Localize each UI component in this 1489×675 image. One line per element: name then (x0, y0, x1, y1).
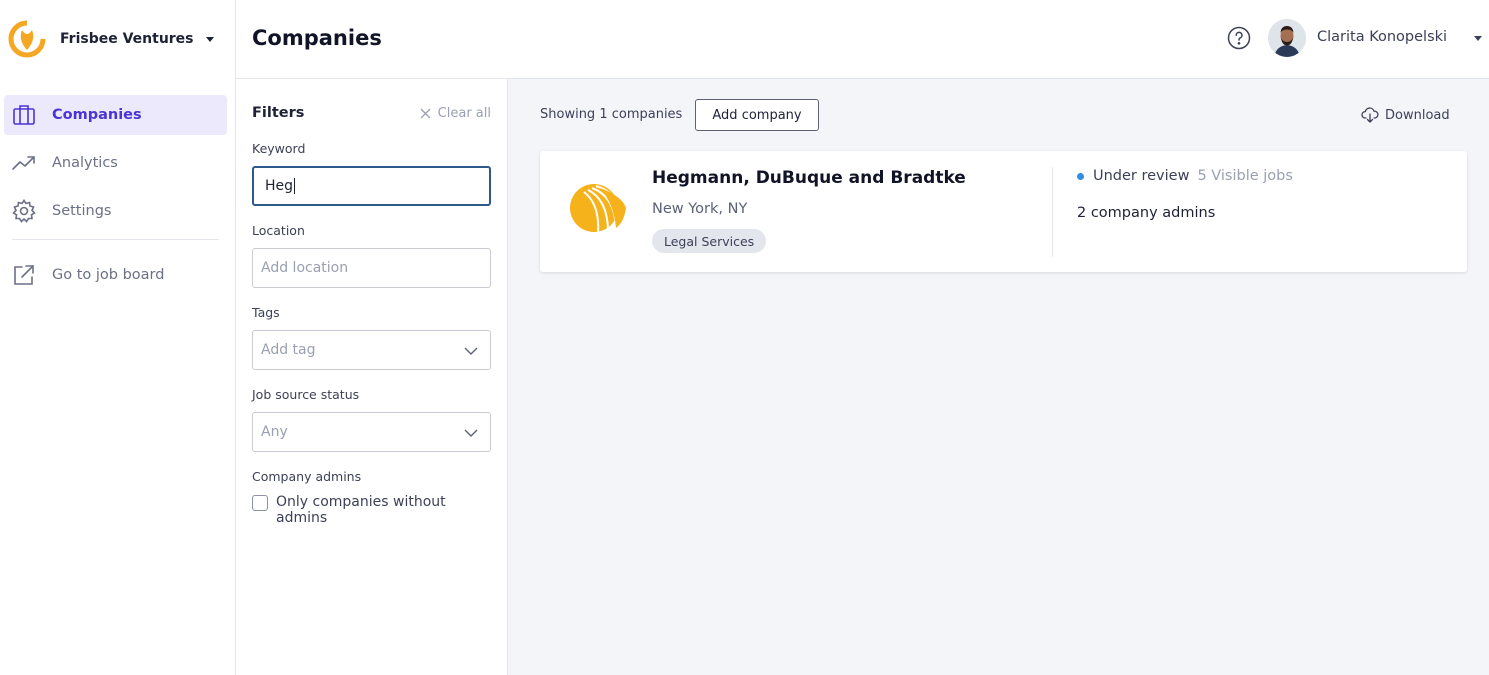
trend-up-icon (12, 156, 35, 170)
results-count: Showing 1 companies (540, 107, 683, 122)
no-admins-checkbox[interactable] (252, 495, 268, 511)
caret-down-icon[interactable] (1474, 36, 1482, 41)
company-location: New York, NY (652, 201, 748, 217)
company-admins-count: 2 company admins (1077, 205, 1216, 221)
status-text: Under review (1093, 168, 1190, 184)
company-logo-icon (570, 184, 626, 234)
keyword-input[interactable]: Heg (252, 166, 491, 206)
org-switcher[interactable]: Frisbee Ventures (8, 18, 214, 60)
avatar[interactable] (1268, 19, 1306, 57)
status-badge: Under review 5 Visible jobs (1077, 168, 1293, 184)
add-company-button[interactable]: Add company (695, 99, 819, 131)
briefcase-icon (13, 105, 35, 125)
chevron-down-icon (464, 347, 478, 355)
user-avatar-icon (1268, 19, 1306, 57)
card-divider (1052, 167, 1053, 257)
company-name[interactable]: Hegmann, DuBuque and Bradtke (652, 168, 966, 188)
sidebar-item-settings[interactable]: Settings (4, 191, 227, 231)
keyword-label: Keyword (252, 141, 306, 156)
close-icon (420, 108, 431, 119)
tags-placeholder: Add tag (261, 342, 316, 358)
sidebar-item-companies[interactable]: Companies (4, 95, 227, 135)
tags-select[interactable]: Add tag (252, 330, 491, 370)
location-label: Location (252, 223, 305, 238)
location-placeholder: Add location (261, 260, 349, 276)
clear-all-button[interactable]: Clear all (420, 106, 491, 121)
cloud-download-icon (1361, 107, 1379, 123)
org-logo-icon (8, 20, 46, 58)
sidebar-item-label: Companies (52, 107, 142, 123)
company-admins-label: Company admins (252, 469, 362, 484)
sidebar-item-label: Analytics (52, 155, 118, 171)
sidebar-nav: Companies Analytics Settings Go to job b… (4, 95, 227, 303)
sidebar-divider (12, 239, 219, 240)
caret-down-icon[interactable] (205, 36, 214, 42)
user-name[interactable]: Clarita Konopelski (1317, 29, 1447, 45)
sidebar-item-analytics[interactable]: Analytics (4, 143, 227, 183)
top-header: Companies Clarita Konopelski (236, 0, 1489, 79)
job-source-status-label: Job source status (252, 387, 360, 402)
download-button[interactable]: Download (1361, 107, 1450, 123)
job-source-status-select[interactable]: Any (252, 412, 491, 452)
sidebar-item-label: Go to job board (52, 267, 165, 283)
sidebar-item-job-board[interactable]: Go to job board (4, 255, 227, 295)
main-content: Showing 1 companies Add company Download… (508, 79, 1489, 675)
download-label: Download (1385, 107, 1450, 123)
tags-label: Tags (252, 305, 280, 320)
clear-all-label: Clear all (437, 106, 491, 121)
job-source-status-value: Any (261, 424, 288, 440)
filters-panel: Filters Clear all Keyword Heg Location A… (236, 79, 508, 675)
org-name: Frisbee Ventures (60, 31, 194, 47)
sidebar: Frisbee Ventures Companies Analytics Set (0, 0, 236, 675)
status-dot-icon (1077, 172, 1084, 180)
company-tag: Legal Services (652, 229, 767, 253)
external-link-icon (14, 265, 34, 285)
company-card[interactable]: Hegmann, DuBuque and Bradtke New York, N… (540, 151, 1467, 272)
help-circle-icon[interactable] (1227, 26, 1251, 50)
keyword-value: Heg (265, 178, 294, 194)
text-cursor (294, 178, 296, 194)
gear-icon (12, 199, 36, 223)
chevron-down-icon (464, 429, 478, 437)
visible-jobs-count: 5 Visible jobs (1197, 168, 1293, 184)
sidebar-item-label: Settings (52, 203, 112, 219)
no-admins-filter[interactable]: Only companies without admins (252, 494, 476, 526)
location-input[interactable]: Add location (252, 248, 491, 288)
no-admins-checkbox-label[interactable]: Only companies without admins (276, 494, 476, 526)
filters-title: Filters (252, 105, 305, 121)
page-title: Companies (252, 26, 382, 50)
